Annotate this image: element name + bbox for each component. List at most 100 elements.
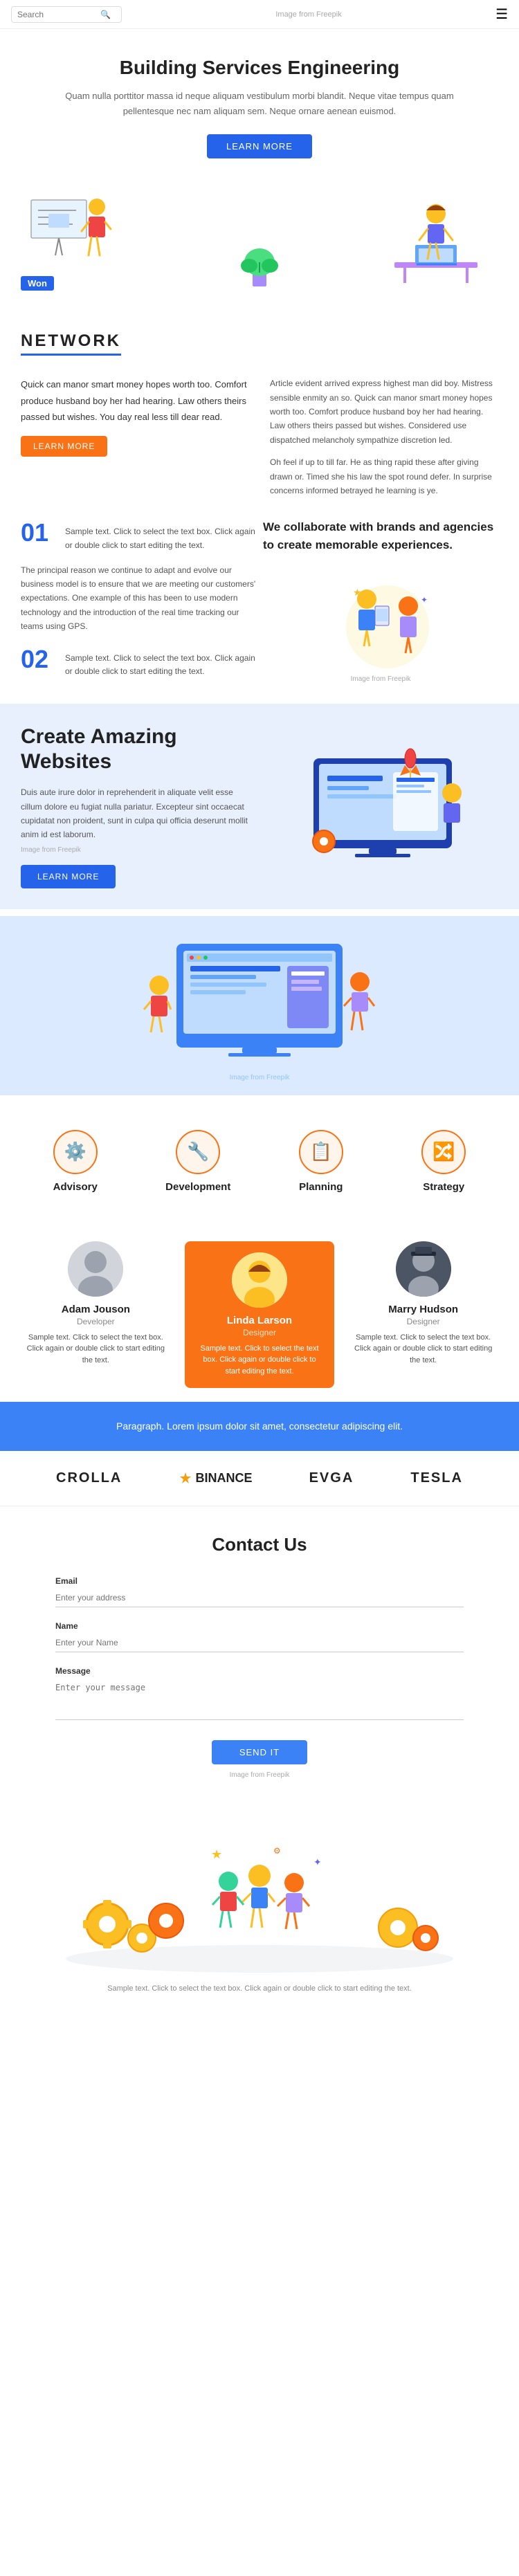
- step-1: 01 Sample text. Click to select the text…: [21, 518, 256, 551]
- marry-avatar: [396, 1241, 451, 1297]
- create-learn-more-button[interactable]: LEARN MORE: [21, 865, 116, 888]
- svg-text:★: ★: [353, 587, 362, 598]
- contact-title: Contact Us: [55, 1534, 464, 1555]
- step-2-text: Sample text. Click to select the text bo…: [65, 645, 256, 678]
- collab-illustration: ★ ✦: [263, 565, 498, 675]
- hero-illustration: Won: [0, 179, 519, 318]
- hero-title: Building Services Engineering: [55, 57, 464, 79]
- services-section: ⚙️ Advisory 🔧 Development 📋 Planning 🔀 S…: [0, 1095, 519, 1227]
- team-member-linda: Linda Larson Designer Sample text. Click…: [185, 1241, 335, 1389]
- logos-section: CROLLA BINANCE EVGA TESLA: [0, 1451, 519, 1506]
- step-2: 02 Sample text. Click to select the text…: [21, 645, 256, 678]
- steps-left: 01 Sample text. Click to select the text…: [21, 518, 256, 683]
- banner-image-from: Image from Freepik: [21, 1074, 498, 1081]
- blue-banner-section: Image from Freepik: [0, 916, 519, 1095]
- svg-text:⚙: ⚙: [273, 1846, 281, 1856]
- menu-icon[interactable]: ☰: [495, 6, 508, 23]
- strategy-icon: 🔀: [421, 1130, 466, 1174]
- strategy-label: Strategy: [390, 1181, 499, 1193]
- name-group: Name: [55, 1621, 464, 1652]
- linda-text: Sample text. Click to select the text bo…: [196, 1343, 324, 1378]
- adam-role: Developer: [21, 1317, 171, 1326]
- name-input[interactable]: [55, 1634, 464, 1652]
- svg-text:✦: ✦: [313, 1856, 322, 1867]
- adam-avatar: [68, 1241, 123, 1297]
- logo-crolla: CROLLA: [56, 1470, 122, 1486]
- step-1-number: 01: [21, 518, 55, 547]
- network-left-text: Quick can manor smart money hopes worth …: [21, 376, 249, 425]
- search-input[interactable]: [17, 10, 100, 19]
- create-text: Create Amazing Websites Duis aute irure …: [21, 724, 253, 888]
- linda-name: Linda Larson: [196, 1315, 324, 1326]
- svg-text:★: ★: [211, 1847, 222, 1861]
- team-member-adam: Adam Jouson Developer Sample text. Click…: [21, 1241, 171, 1389]
- collab-title: We collaborate with brands and agencies …: [263, 518, 498, 554]
- service-item-strategy: 🔀 Strategy: [383, 1116, 506, 1207]
- service-item-development: 🔧 Development: [137, 1116, 260, 1207]
- logo-tesla: TESLA: [410, 1470, 463, 1486]
- network-left: Quick can manor smart money hopes worth …: [21, 376, 249, 497]
- svg-text:✦: ✦: [421, 595, 428, 605]
- marry-role: Designer: [348, 1317, 498, 1326]
- adam-text: Sample text. Click to select the text bo…: [21, 1332, 171, 1367]
- service-item-advisory: ⚙️ Advisory: [14, 1116, 137, 1207]
- header: 🔍 Image from Freepik ☰: [0, 0, 519, 29]
- blue-band-text: Paragraph. Lorem ipsum dolor sit amet, c…: [28, 1418, 491, 1434]
- planning-label: Planning: [266, 1181, 376, 1193]
- network-content: Quick can manor smart money hopes worth …: [0, 369, 519, 511]
- email-label: Email: [55, 1576, 464, 1586]
- plant-decoration: [239, 235, 280, 293]
- network-right: Article evident arrived express highest …: [270, 376, 498, 497]
- create-description: Duis aute irure dolor in reprehenderit i…: [21, 785, 253, 842]
- marry-text: Sample text. Click to select the text bo…: [348, 1332, 498, 1367]
- message-group: Message: [55, 1666, 464, 1724]
- create-illustration: [266, 738, 498, 876]
- planning-icon: 📋: [299, 1130, 343, 1174]
- bottom-illustration: ★ ✦ ⚙ Sample text. Click to select the t…: [0, 1807, 519, 2016]
- development-label: Development: [144, 1181, 253, 1193]
- message-input[interactable]: [55, 1679, 464, 1720]
- advisory-label: Advisory: [21, 1181, 130, 1193]
- bottom-sample-text: Sample text. Click to select the text bo…: [21, 1983, 498, 1995]
- hero-section: Building Services Engineering Quam nulla…: [0, 29, 519, 172]
- create-title: Create Amazing Websites: [21, 724, 253, 774]
- step-1-text: Sample text. Click to select the text bo…: [65, 518, 256, 551]
- collab-right: We collaborate with brands and agencies …: [263, 518, 498, 683]
- contact-section: Contact Us Email Name Message SEND IT Im…: [0, 1506, 519, 1807]
- service-item-planning: 📋 Planning: [260, 1116, 383, 1207]
- collab-image-from: Image from Freepik: [263, 675, 498, 683]
- create-section: Create Amazing Websites Duis aute irure …: [0, 704, 519, 909]
- contact-image-from: Image from Freepik: [55, 1771, 464, 1779]
- desk-figure: [381, 193, 484, 307]
- name-label: Name: [55, 1621, 464, 1631]
- advisory-icon: ⚙️: [53, 1130, 98, 1174]
- linda-role: Designer: [196, 1328, 324, 1337]
- hero-learn-more-button[interactable]: LEARN MORE: [207, 134, 312, 158]
- team-member-marry: Marry Hudson Designer Sample text. Click…: [348, 1241, 498, 1389]
- marry-name: Marry Hudson: [348, 1304, 498, 1315]
- blue-band: Paragraph. Lorem ipsum dolor sit amet, c…: [0, 1402, 519, 1450]
- step-2-number: 02: [21, 645, 55, 674]
- network-right-text2: Oh feel if up to till far. He as thing r…: [270, 455, 498, 497]
- steps-description: The principal reason we continue to adap…: [21, 563, 256, 634]
- create-image-from: Image from Freepik: [21, 846, 253, 854]
- linda-avatar: [232, 1252, 287, 1308]
- site-title-header: Image from Freepik: [275, 10, 341, 19]
- network-right-text1: Article evident arrived express highest …: [270, 376, 498, 447]
- email-input[interactable]: [55, 1589, 464, 1607]
- banner-illustration: [21, 930, 498, 1068]
- submit-button[interactable]: SEND IT: [212, 1740, 307, 1764]
- email-group: Email: [55, 1576, 464, 1607]
- adam-name: Adam Jouson: [21, 1304, 171, 1315]
- message-label: Message: [55, 1666, 464, 1676]
- development-icon: 🔧: [176, 1130, 220, 1174]
- search-bar[interactable]: 🔍: [11, 6, 122, 23]
- network-learn-more-button[interactable]: LEARN MORE: [21, 436, 107, 457]
- logo-evga: EVGA: [309, 1470, 354, 1486]
- steps-collab-section: 01 Sample text. Click to select the text…: [0, 511, 519, 697]
- won-badge-overlay: Won: [21, 276, 54, 291]
- team-section: Adam Jouson Developer Sample text. Click…: [0, 1227, 519, 1403]
- network-title: NETWORK: [21, 331, 121, 356]
- search-icon: 🔍: [100, 10, 111, 19]
- network-section: NETWORK: [0, 325, 519, 369]
